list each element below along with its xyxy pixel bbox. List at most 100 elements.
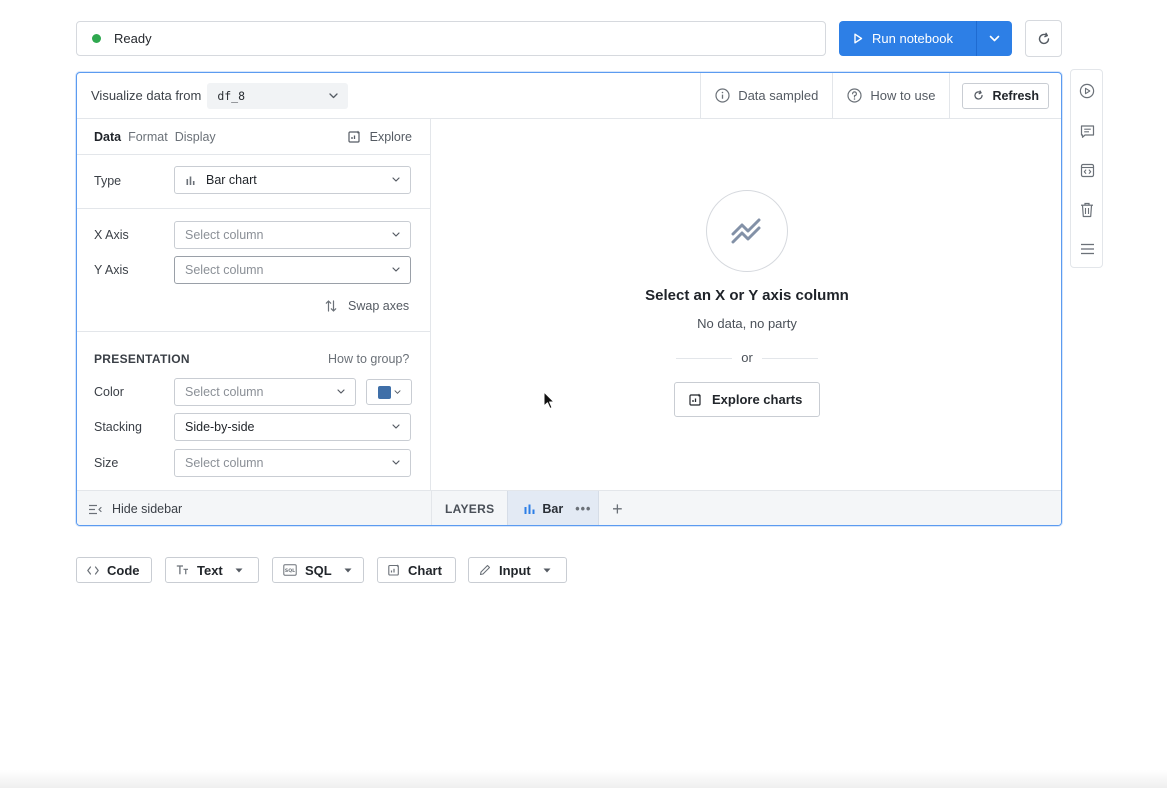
layer-more-options[interactable]: ••• bbox=[575, 502, 591, 516]
color-picker-button[interactable] bbox=[366, 379, 412, 405]
x-axis-label: X Axis bbox=[94, 228, 129, 242]
tab-data[interactable]: Data bbox=[94, 130, 121, 144]
stacking-label: Stacking bbox=[94, 420, 142, 434]
presentation-section-title: PRESENTATION bbox=[94, 352, 190, 366]
chart-cell-header: Visualize data from df_8 Data sampled Ho… bbox=[77, 73, 1061, 119]
chart-icon bbox=[388, 564, 400, 576]
color-swatch bbox=[377, 385, 391, 399]
status-indicator-dot bbox=[92, 34, 101, 43]
tab-display[interactable]: Display bbox=[175, 130, 216, 144]
add-text-cell-button[interactable]: Text bbox=[165, 557, 259, 583]
chevron-down-icon bbox=[329, 92, 338, 99]
explore-charts-label: Explore charts bbox=[712, 392, 803, 407]
swap-arrows-icon bbox=[325, 299, 337, 313]
y-axis-select[interactable]: Select column bbox=[174, 256, 411, 284]
swap-axes-button[interactable]: Swap axes bbox=[325, 299, 409, 313]
menu-icon[interactable] bbox=[1079, 241, 1095, 257]
bar-chart-icon bbox=[186, 176, 195, 185]
color-placeholder: Select column bbox=[185, 385, 264, 399]
dataframe-select[interactable]: df_8 bbox=[207, 82, 349, 109]
add-code-cell-button[interactable]: Code bbox=[76, 557, 152, 583]
color-column-select[interactable]: Select column bbox=[174, 378, 356, 406]
chevron-down-icon bbox=[394, 389, 401, 395]
data-sampled-indicator[interactable]: Data sampled bbox=[700, 73, 832, 118]
chart-cell-footer: Hide sidebar LAYERS Bar ••• + bbox=[77, 490, 1061, 525]
x-axis-select[interactable]: Select column bbox=[174, 221, 411, 249]
caret-down-icon bbox=[235, 568, 243, 573]
size-column-select[interactable]: Select column bbox=[174, 449, 411, 477]
layer-tab-bar[interactable]: Bar ••• bbox=[507, 491, 600, 525]
sql-icon: SQL bbox=[283, 564, 297, 576]
type-label: Type bbox=[94, 174, 122, 188]
add-input-label: Input bbox=[499, 562, 531, 578]
chevron-down-icon bbox=[392, 267, 400, 273]
divider bbox=[676, 358, 732, 359]
empty-state-subtitle: No data, no party bbox=[697, 316, 797, 331]
tab-format[interactable]: Format bbox=[128, 130, 168, 144]
how-to-use-link[interactable]: How to use bbox=[832, 73, 949, 118]
run-options-dropdown-button[interactable] bbox=[976, 21, 1012, 56]
run-notebook-label: Run notebook bbox=[872, 31, 953, 46]
config-tabs: Data Format Display Explore bbox=[77, 119, 430, 155]
empty-state-title: Select an X or Y axis column bbox=[645, 287, 849, 304]
how-to-group-link[interactable]: How to group? bbox=[328, 352, 409, 366]
y-axis-label: Y Axis bbox=[94, 263, 129, 277]
visualize-data-label: Visualize data from bbox=[91, 88, 202, 103]
layers-bar: LAYERS Bar ••• + bbox=[431, 491, 635, 525]
page-bottom-edge bbox=[0, 770, 1167, 788]
dataframe-value: df_8 bbox=[217, 88, 246, 103]
data-sampled-label: Data sampled bbox=[738, 88, 819, 103]
refresh-button[interactable]: Refresh bbox=[962, 82, 1049, 109]
pencil-icon bbox=[479, 564, 491, 576]
size-placeholder: Select column bbox=[185, 456, 264, 470]
trend-chart-icon bbox=[731, 218, 763, 244]
chevron-down-icon bbox=[392, 177, 400, 183]
caret-down-icon bbox=[543, 568, 551, 573]
trash-icon[interactable] bbox=[1079, 202, 1095, 218]
divider bbox=[77, 331, 431, 332]
explore-button[interactable]: Explore bbox=[348, 130, 412, 144]
collapse-sidebar-icon bbox=[88, 504, 102, 515]
refresh-wrapper: Refresh bbox=[949, 73, 1061, 118]
play-circle-icon[interactable] bbox=[1079, 83, 1095, 99]
add-chart-cell-button[interactable]: Chart bbox=[377, 557, 456, 583]
comment-icon[interactable] bbox=[1079, 123, 1095, 139]
or-separator: or bbox=[741, 350, 753, 365]
stacking-select[interactable]: Side-by-side bbox=[174, 413, 411, 441]
chevron-down-icon bbox=[392, 232, 400, 238]
size-label: Size bbox=[94, 456, 119, 470]
chart-type-select[interactable]: Bar chart bbox=[174, 166, 411, 194]
x-axis-placeholder: Select column bbox=[185, 228, 264, 242]
stacking-value: Side-by-side bbox=[185, 420, 255, 434]
explore-charts-button[interactable]: Explore charts bbox=[674, 382, 820, 417]
divider bbox=[77, 208, 431, 209]
empty-chart-illustration bbox=[706, 190, 788, 272]
kernel-status-bar: Ready bbox=[76, 21, 826, 56]
run-notebook-button[interactable]: Run notebook bbox=[839, 21, 976, 56]
chart-config-sidebar: Data Format Display Explore Type Bar cha… bbox=[77, 119, 431, 490]
code-icon bbox=[87, 565, 99, 575]
layer-tab-label: Bar bbox=[542, 502, 564, 516]
chevron-down-icon bbox=[337, 389, 345, 395]
code-block-icon[interactable] bbox=[1079, 162, 1095, 178]
caret-down-icon bbox=[344, 568, 352, 573]
chart-cell: Visualize data from df_8 Data sampled Ho… bbox=[76, 72, 1062, 526]
add-chart-label: Chart bbox=[408, 562, 442, 578]
add-input-cell-button[interactable]: Input bbox=[468, 557, 567, 583]
cell-actions-rail bbox=[1070, 69, 1103, 268]
add-text-label: Text bbox=[197, 562, 223, 578]
add-code-label: Code bbox=[107, 562, 140, 578]
add-sql-cell-button[interactable]: SQL SQL bbox=[272, 557, 364, 583]
swap-axes-label: Swap axes bbox=[348, 299, 410, 313]
restart-kernel-button[interactable] bbox=[1025, 20, 1062, 57]
bar-chart-icon bbox=[524, 504, 535, 514]
chevron-down-icon bbox=[989, 35, 1000, 42]
explore-chart-icon bbox=[689, 393, 702, 406]
y-axis-placeholder: Select column bbox=[185, 263, 264, 277]
add-layer-button[interactable]: + bbox=[599, 491, 635, 525]
layers-label: LAYERS bbox=[445, 502, 495, 516]
add-sql-label: SQL bbox=[305, 562, 332, 578]
hide-sidebar-button[interactable]: Hide sidebar bbox=[88, 491, 182, 525]
refresh-icon bbox=[973, 90, 984, 101]
how-to-use-label: How to use bbox=[870, 88, 936, 103]
